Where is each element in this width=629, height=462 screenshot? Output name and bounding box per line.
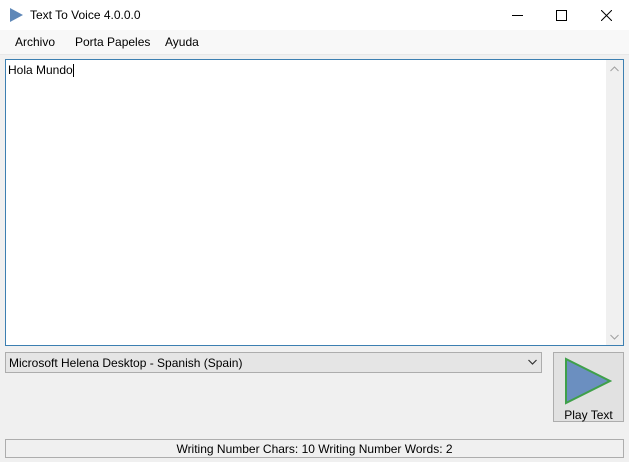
minimize-icon	[511, 14, 523, 16]
close-button[interactable]	[583, 0, 629, 30]
menu-porta-papeles[interactable]: Porta Papeles	[75, 35, 150, 49]
menu-ayuda[interactable]: Ayuda	[165, 35, 199, 49]
scroll-down-button[interactable]	[606, 328, 623, 345]
menu-archivo[interactable]: Archivo	[15, 35, 55, 49]
maximize-icon	[555, 9, 567, 21]
vertical-scrollbar[interactable]	[606, 60, 623, 345]
play-text-label: Play Text	[564, 408, 613, 422]
app-play-icon	[10, 8, 23, 22]
close-icon	[600, 9, 612, 21]
scroll-up-button[interactable]	[606, 60, 623, 77]
text-editor-content: Hola Mundo	[8, 63, 74, 77]
status-text: Writing Number Chars: 10 Writing Number …	[176, 442, 453, 456]
menu-bar: Archivo Porta Papeles Ayuda	[0, 30, 629, 55]
voice-select-value: Microsoft Helena Desktop - Spanish (Spai…	[9, 356, 243, 370]
maximize-button[interactable]	[538, 0, 584, 30]
editor-text: Hola Mundo	[8, 63, 73, 77]
text-editor[interactable]: Hola Mundo	[5, 59, 624, 346]
chevron-down-icon	[610, 334, 619, 340]
voice-select[interactable]: Microsoft Helena Desktop - Spanish (Spai…	[5, 352, 542, 373]
play-text-button[interactable]: Play Text	[553, 352, 624, 422]
text-caret	[72, 64, 74, 77]
status-bar: Writing Number Chars: 10 Writing Number …	[5, 439, 624, 458]
play-triangle-icon	[565, 357, 612, 405]
chevron-up-icon	[610, 65, 619, 71]
window-title: Text To Voice 4.0.0.0	[30, 8, 141, 22]
title-bar: Text To Voice 4.0.0.0	[0, 0, 629, 30]
minimize-button[interactable]	[494, 0, 540, 30]
chevron-down-icon	[528, 359, 537, 365]
